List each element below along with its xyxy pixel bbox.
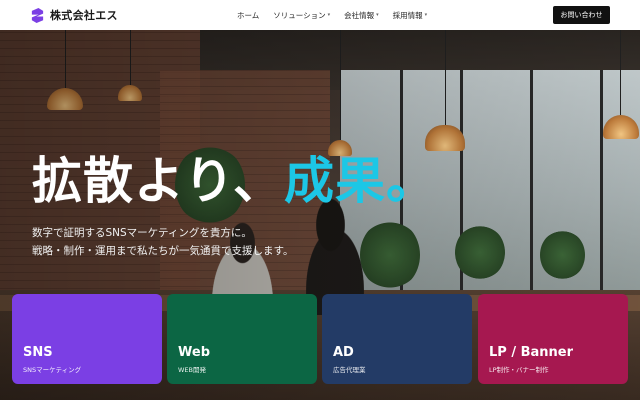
hero-subcopy: 数字で証明するSNSマーケティングを貴方に。 戦略・制作・運用まで私たちが一気通… (32, 224, 293, 260)
nav-item-label: 会社情報 (344, 10, 375, 20)
contact-button[interactable]: お問い合わせ (553, 6, 610, 24)
card-subtitle: LP制作・バナー制作 (489, 366, 549, 374)
card-web[interactable]: Web WEB開発 (167, 294, 317, 384)
card-title: SNS (23, 345, 53, 360)
subcopy-line: 数字で証明するSNSマーケティングを貴方に。 (32, 227, 252, 239)
card-subtitle: 広告代理業 (333, 366, 366, 374)
headline-main: 拡散より、 (32, 152, 284, 210)
subcopy-line: 戦略・制作・運用まで私たちが一気通貫で支援します。 (32, 245, 294, 257)
hero-headline: 拡散より、成果。 (32, 156, 437, 206)
card-lp-banner[interactable]: LP / Banner LP制作・バナー制作 (478, 294, 628, 384)
chevron-down-icon: ▾ (327, 12, 331, 18)
card-subtitle: WEB開発 (178, 366, 206, 374)
card-subtitle: SNSマーケティング (23, 366, 82, 374)
headline-accent: 成果。 (284, 152, 437, 210)
card-sns[interactable]: SNS SNSマーケティング (12, 294, 162, 384)
site-header: 株式会社エス ホーム ソリューション ▾ 会社情報 ▾ 採用情報 ▾ お問い合わ… (0, 0, 640, 30)
card-title: Web (178, 345, 210, 360)
s-logo-icon (31, 7, 44, 23)
brand-name: 株式会社エス (50, 9, 118, 22)
nav-item-company[interactable]: 会社情報 ▾ (344, 10, 379, 21)
chevron-down-icon: ▾ (424, 12, 428, 18)
nav-item-home[interactable]: ホーム (237, 10, 259, 21)
card-title: LP / Banner (489, 345, 574, 360)
nav-item-recruit[interactable]: 採用情報 ▾ (393, 10, 428, 21)
chevron-down-icon: ▾ (376, 12, 379, 18)
nav-item-label: 採用情報 (392, 10, 423, 20)
card-ad[interactable]: AD 広告代理業 (322, 294, 472, 384)
brand-logo[interactable]: 株式会社エス (30, 7, 118, 23)
service-cards: SNS SNSマーケティング Web WEB開発 AD 広告代理業 LP / B… (12, 294, 628, 384)
main-nav: ホーム ソリューション ▾ 会社情報 ▾ 採用情報 ▾ (237, 0, 427, 30)
nav-item-label: ホーム (237, 10, 260, 20)
nav-item-solutions[interactable]: ソリューション ▾ (273, 10, 330, 21)
card-title: AD (333, 345, 354, 360)
nav-item-label: ソリューション (273, 10, 326, 20)
